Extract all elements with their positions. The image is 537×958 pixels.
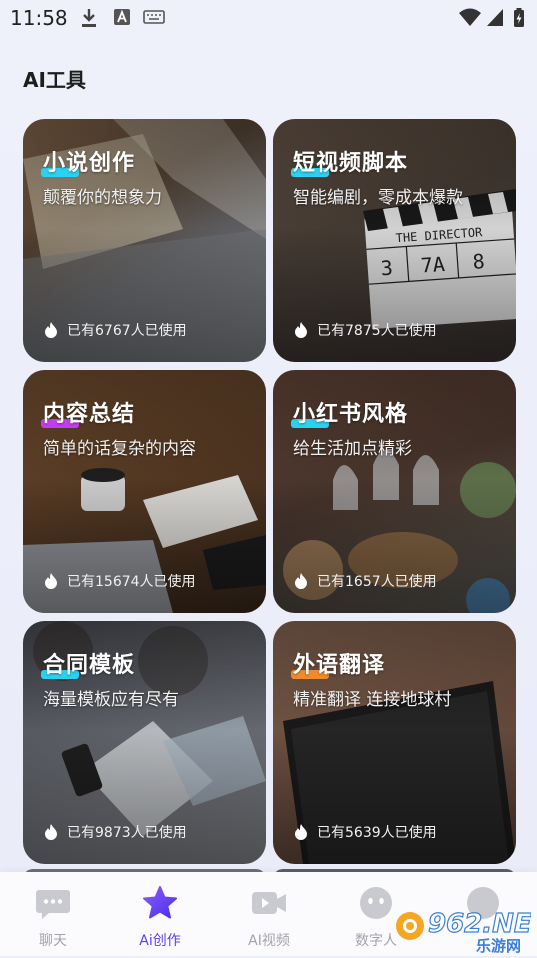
usage-count: 已有15674人已使用 [43, 571, 196, 591]
card-subtitle: 精准翻译 连接地球村 [293, 690, 452, 710]
nav-item-ai-video[interactable]: AI视频 [229, 886, 309, 950]
usage-count: 已有1657人已使用 [293, 571, 437, 591]
card-subtitle: 智能编剧，零成本爆款 [293, 188, 463, 208]
battery-charging-icon [514, 8, 524, 27]
svg-text:962.NET: 962.NET [428, 909, 531, 939]
flame-icon [295, 824, 307, 840]
card-contract-template[interactable]: 合同模板 海量模板应有尽有 已有9873人已使用 [23, 621, 266, 864]
digital-human-icon [360, 887, 392, 919]
page-title: AI工具 [23, 68, 86, 92]
usage-text: 已有15674人已使用 [67, 574, 196, 590]
card-subtitle: 海量模板应有尽有 [43, 690, 179, 710]
card-subtitle: 给生活加点精彩 [293, 439, 412, 459]
usage-count: 已有9873人已使用 [43, 822, 187, 842]
card-short-video-script[interactable]: THE DIRECTOR 3 7A 8 短视频脚本 智能编剧，零成本爆款 已有7… [273, 119, 516, 362]
flame-icon [295, 322, 307, 338]
usage-count: 已有6767人已使用 [43, 320, 187, 340]
card-title: 合同模板 [43, 653, 136, 678]
usage-text: 已有9873人已使用 [67, 825, 187, 841]
chat-bubble-icon [36, 890, 70, 919]
svg-text:乐游网: 乐游网 [476, 937, 521, 954]
usage-text: 已有5639人已使用 [317, 825, 437, 841]
status-bar: 11:58 [0, 0, 537, 36]
usage-text: 已有7875人已使用 [317, 323, 437, 339]
card-title: 小红书风格 [293, 402, 409, 427]
site-watermark: 962.NET 乐游网 [396, 904, 537, 955]
card-foreign-translation[interactable]: 外语翻译 精准翻译 连接地球村 已有5639人已使用 [273, 621, 516, 864]
flame-icon [45, 322, 57, 338]
flame-icon [45, 824, 57, 840]
card-subtitle: 简单的话复杂的内容 [43, 439, 196, 459]
usage-text: 已有1657人已使用 [317, 574, 437, 590]
flame-icon [45, 573, 57, 589]
card-subtitle: 颠覆你的想象力 [43, 188, 162, 208]
usage-count: 已有7875人已使用 [293, 320, 437, 340]
nav-label: Ai创作 [139, 933, 181, 949]
card-title: 小说创作 [43, 151, 136, 176]
status-time: 11:58 [10, 6, 68, 30]
signal-icon [487, 9, 503, 26]
card-xiaohongshu-style[interactable]: 小红书风格 给生活加点精彩 已有1657人已使用 [273, 370, 516, 613]
star-icon [143, 886, 177, 919]
video-camera-icon [252, 892, 286, 914]
card-content-summary[interactable]: 内容总结 简单的话复杂的内容 已有15674人已使用 [23, 370, 266, 613]
card-title: 短视频脚本 [293, 151, 409, 176]
watermark-logo: 962.NET 乐游网 [396, 908, 537, 955]
usage-count: 已有5639人已使用 [293, 822, 437, 842]
wifi-icon [459, 8, 481, 26]
flame-icon [295, 573, 307, 589]
card-title: 外语翻译 [293, 653, 386, 678]
card-title: 内容总结 [43, 402, 136, 427]
card-novel-writing[interactable]: 小说创作 颠覆你的想象力 已有6767人已使用 [23, 119, 266, 362]
nav-label: AI视频 [248, 933, 290, 949]
nav-item-ai-create[interactable]: Ai创作 [120, 886, 200, 950]
download-icon [82, 9, 96, 27]
keyboard-icon [143, 10, 165, 24]
usage-text: 已有6767人已使用 [67, 323, 187, 339]
keyboard-a-icon [114, 9, 130, 25]
nav-item-chat[interactable]: 聊天 [13, 886, 93, 950]
nav-label: 聊天 [39, 933, 67, 949]
